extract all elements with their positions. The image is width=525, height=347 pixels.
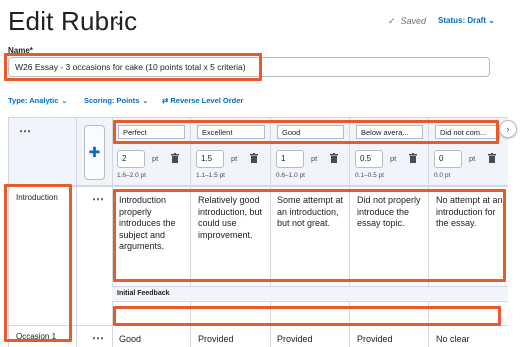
points-unit: pt: [231, 154, 238, 163]
level-name-input[interactable]: Good: [277, 125, 344, 139]
scroll-right-button[interactable]: ›: [499, 120, 517, 138]
level-range: 1.1–1.5 pt: [196, 172, 225, 179]
more-options-icon[interactable]: ⋯: [19, 124, 32, 138]
chevron-down-icon[interactable]: ⌄: [113, 13, 124, 29]
level-name-input[interactable]: Excellent: [197, 125, 265, 139]
level-range: 0.6–1.0 pt: [276, 172, 305, 179]
points-unit: pt: [469, 154, 476, 163]
level-points-input[interactable]: 2: [117, 150, 145, 168]
chevron-right-icon: ›: [506, 124, 510, 134]
level-range: 1.6–2.0 pt: [117, 172, 146, 179]
criterion-name[interactable]: Introduction: [16, 193, 58, 202]
criterion-description[interactable]: Provided: [277, 334, 313, 344]
plus-icon: ✚: [88, 144, 101, 160]
swap-icon: ⇄: [162, 96, 169, 105]
saved-label: Saved: [400, 16, 427, 26]
status-label: Status: Draft: [438, 16, 487, 25]
name-label: Name*: [8, 46, 33, 55]
feedback-row: [112, 286, 508, 301]
criterion-description[interactable]: No attempt at an introduction for the es…: [436, 195, 509, 230]
trash-icon[interactable]: [330, 153, 338, 163]
chevron-down-icon: ⌄: [61, 98, 68, 105]
chevron-down-icon: ⌄: [142, 98, 149, 105]
points-unit: pt: [390, 154, 397, 163]
more-options-icon[interactable]: ⋯: [92, 331, 105, 345]
level-range: 0.1–0.5 pt: [355, 172, 384, 179]
criterion-description[interactable]: Did not properly introduce the essay top…: [357, 195, 430, 230]
status-dropdown[interactable]: Status: Draft ⌄: [438, 16, 495, 25]
level-name-input[interactable]: Perfect: [118, 125, 185, 139]
points-unit: pt: [311, 154, 318, 163]
criterion-description[interactable]: Some attempt at an introduction, but not…: [277, 195, 350, 230]
level-points-input[interactable]: 0.5: [355, 150, 383, 168]
trash-icon[interactable]: [409, 153, 417, 163]
level-name-input[interactable]: Did not com...: [435, 125, 500, 139]
criterion-description[interactable]: Introduction properly introduces the sub…: [119, 195, 192, 253]
chevron-down-icon: ⌄: [488, 16, 495, 25]
level-name-input[interactable]: Below avera...: [356, 125, 423, 139]
level-points-input[interactable]: 1: [276, 150, 304, 168]
scoring-dropdown[interactable]: Scoring: Points ⌄: [84, 96, 148, 105]
type-dropdown[interactable]: Type: Analytic ⌄: [8, 96, 67, 105]
reverse-label: Reverse Level Order: [170, 96, 244, 105]
level-range: 0.0 pt: [434, 172, 451, 179]
level-points-input[interactable]: 1.5: [196, 150, 224, 168]
criterion-description[interactable]: Provided: [357, 334, 393, 344]
criterion-description[interactable]: Provided: [198, 334, 234, 344]
reverse-level-order-button[interactable]: ⇄ Reverse Level Order: [162, 96, 243, 105]
saved-status: ✓ Saved: [388, 16, 426, 27]
trash-icon[interactable]: [488, 153, 496, 163]
criterion-description[interactable]: No clear: [436, 334, 470, 344]
type-label: Type: Analytic: [8, 96, 59, 105]
criterion-description[interactable]: Good: [119, 334, 141, 344]
criterion-name[interactable]: Occasion 1: [16, 332, 56, 341]
scoring-label: Scoring: Points: [84, 96, 140, 105]
name-input[interactable]: W26 Essay - 3 occasions for cake (10 poi…: [8, 57, 490, 77]
checkmark-icon: ✓: [388, 16, 396, 26]
points-unit: pt: [152, 154, 159, 163]
trash-icon[interactable]: [171, 153, 179, 163]
trash-icon[interactable]: [250, 153, 258, 163]
initial-feedback-label: Initial Feedback: [117, 290, 170, 297]
more-options-icon[interactable]: ⋯: [92, 192, 105, 206]
add-level-button[interactable]: ✚: [84, 125, 105, 180]
criterion-description[interactable]: Relatively good introduction, but could …: [198, 195, 271, 241]
level-points-input[interactable]: 0: [434, 150, 462, 168]
